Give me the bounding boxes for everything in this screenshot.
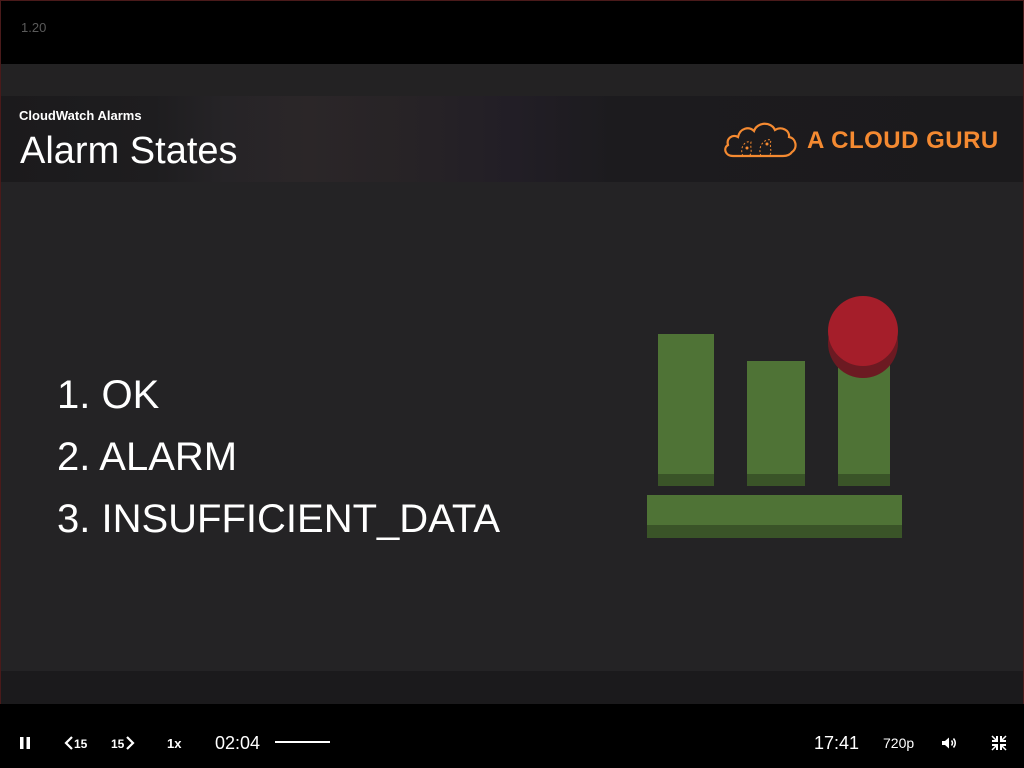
slide-bottom-strip [1,671,1023,704]
list-item: 3. INSUFFICIENT_DATA [57,497,501,541]
chevron-right-icon [126,736,135,750]
lesson-number: 1.20 [21,20,47,35]
video-slide[interactable]: CloudWatch Alarms Alarm States A CLOUD G… [1,64,1023,704]
alarm-states-list: 1. OK 2. ALARM 3. INSUFFICIENT_DATA [57,364,500,550]
alarm-bars-illustration [647,296,902,538]
chevron-left-icon [64,736,73,750]
cloud-logo-icon [724,122,797,158]
alarm-indicator [828,296,898,366]
top-bar: 1.20 [1,1,1023,64]
pause-icon [20,737,30,749]
list-item: 2. ALARM [57,435,238,479]
volume-icon [942,737,956,749]
bar-2 [747,361,805,474]
section-label: CloudWatch Alarms [19,108,142,123]
base-bar [647,495,902,525]
exit-fullscreen-icon [991,735,1007,751]
exit-fullscreen-button[interactable] [991,735,1007,751]
pause-button[interactable] [18,736,32,750]
slide-title: Alarm States [20,130,238,172]
current-time: 02:04 [215,733,261,753]
quality-button[interactable]: 720p [883,735,914,751]
playback-speed-button[interactable]: 1x [167,736,181,751]
progress-bar[interactable] [275,741,330,743]
brand-name: A CLOUD GURU [807,127,999,154]
total-time: 17:41 [814,733,860,753]
forward-seconds: 15 [111,737,125,751]
volume-button[interactable] [941,736,957,750]
slide-top-strip [1,64,1023,96]
player-controls: 15 15 1x 02:04 17:41 720p [0,704,1024,768]
rewind-seconds: 15 [74,737,88,751]
list-item: 1. OK [57,373,160,417]
brand-logo: A CLOUD GURU [723,118,1013,162]
bar-1 [658,334,714,474]
